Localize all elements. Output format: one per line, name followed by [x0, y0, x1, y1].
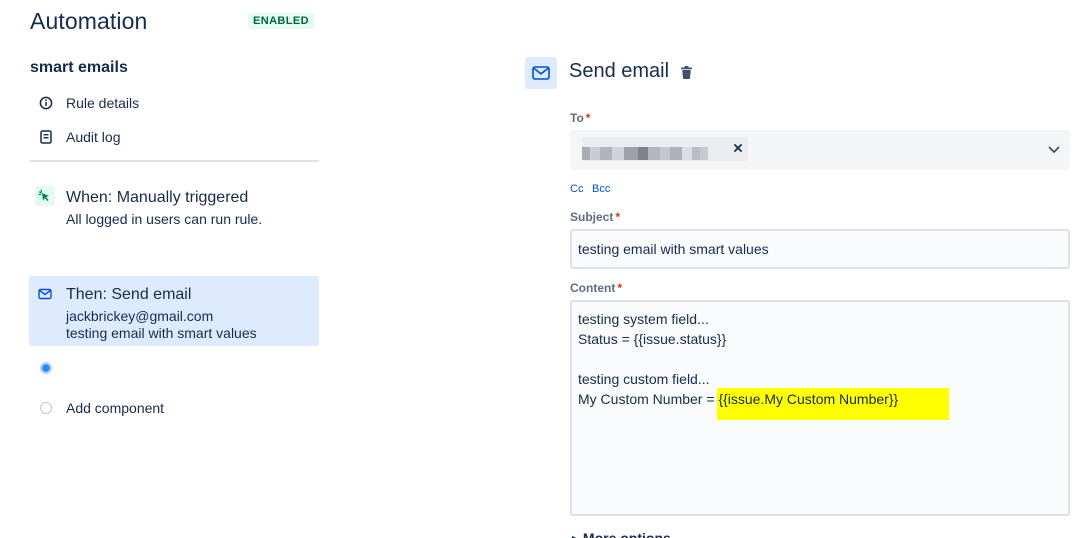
trigger-title: When: Manually triggered [66, 189, 249, 206]
content-textarea[interactable]: testing system field... Status = {{issue… [570, 300, 1070, 516]
trigger-subtitle: All logged in users can run rule. [66, 211, 263, 227]
recipient-chip-blurred-text [582, 147, 708, 160]
insert-point-radio[interactable] [40, 362, 52, 374]
content-line: testing custom field... [578, 371, 710, 387]
nav-rule-details-label: Rule details [66, 95, 140, 111]
more-options-label: More options [582, 530, 671, 538]
page-title: Automation [30, 8, 148, 34]
mail-icon [35, 284, 55, 304]
nav-rule-details[interactable]: Rule details [38, 93, 139, 113]
remove-recipient-icon[interactable] [732, 142, 744, 154]
content-line-text: My Custom Number = [578, 391, 719, 407]
info-icon [38, 95, 54, 111]
action-recipient: jackbrickey@gmail.com [66, 308, 214, 324]
highlighted-smart-value: {{issue.My Custom Number}} [718, 391, 899, 407]
required-mark: * [615, 210, 621, 224]
bcc-link[interactable]: Bcc [592, 183, 610, 195]
subject-label: Subject * [570, 210, 621, 224]
trash-icon [680, 65, 692, 79]
panel-title: Send email [569, 60, 670, 82]
required-mark: * [585, 111, 591, 125]
content-line: testing system field... [578, 311, 709, 327]
rule-name: smart emails [30, 59, 128, 76]
delete-button[interactable] [678, 64, 694, 80]
required-mark: * [617, 281, 622, 295]
content-line: Status = {{issue.status}} [578, 331, 727, 347]
add-component-radio-icon [40, 402, 52, 414]
content-label: Content * [570, 281, 622, 295]
more-options-toggle[interactable]: ▸ More options [572, 530, 671, 538]
status-badge: ENABLED [248, 13, 314, 29]
document-icon [38, 129, 54, 145]
action-subject: testing email with smart values [66, 325, 257, 341]
to-field[interactable] [570, 130, 1070, 170]
mail-icon [525, 57, 557, 89]
divider [30, 160, 319, 162]
content-line: My Custom Number = {{issue.My Custom Num… [578, 391, 898, 407]
cc-link[interactable]: Cc [570, 183, 583, 195]
chevron-down-icon[interactable] [1046, 142, 1062, 158]
add-component-button[interactable]: Add component [40, 399, 164, 417]
subject-input[interactable]: testing email with smart values [570, 229, 1070, 269]
nav-audit-log-label: Audit log [66, 129, 121, 145]
trigger-component[interactable]: When: Manually triggered All logged in u… [29, 180, 319, 236]
cursor-click-icon [35, 186, 55, 206]
action-title: Then: Send email [66, 286, 192, 303]
nav-audit-log[interactable]: Audit log [38, 127, 120, 147]
add-component-label: Add component [66, 400, 165, 416]
to-label: To * [570, 111, 591, 125]
action-component[interactable]: Then: Send email jackbrickey@gmail.com t… [29, 276, 319, 346]
